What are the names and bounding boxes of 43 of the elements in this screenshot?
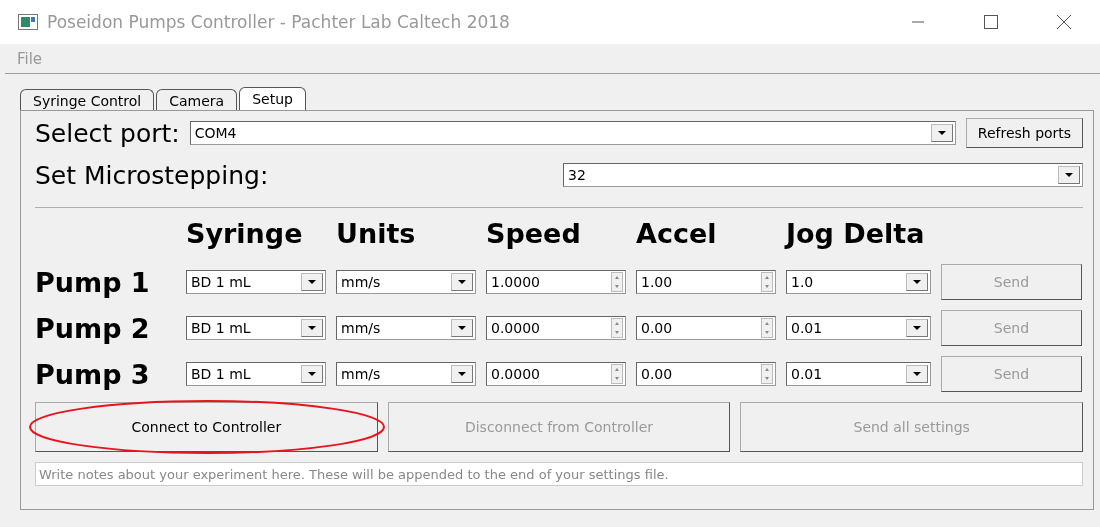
tab[interactable]: Camera <box>156 89 238 110</box>
dropdown[interactable]: 1.0 <box>786 270 931 294</box>
tab[interactable]: Syringe Control <box>20 89 155 110</box>
spinner-arrows-icon <box>611 318 623 338</box>
dropdown[interactable]: BD 1 mL <box>186 270 326 294</box>
spinner-arrows-icon <box>761 364 773 384</box>
spin-box[interactable]: 1.0000 <box>486 270 626 294</box>
spinner-arrows-icon <box>761 318 773 338</box>
spin-box[interactable]: 0.0000 <box>486 362 626 386</box>
spin-box[interactable]: 0.00 <box>636 316 776 340</box>
spinner-arrows-icon <box>611 364 623 384</box>
column-header: Jog Delta <box>786 218 926 251</box>
refresh-ports-button[interactable]: Refresh ports <box>966 118 1083 148</box>
spinner-arrows-icon <box>761 272 773 292</box>
dropdown[interactable]: 0.01 <box>786 362 931 386</box>
field-label: Select port: <box>35 118 180 148</box>
dropdown[interactable]: mm/s <box>336 316 476 340</box>
action-button[interactable]: Connect to Controller <box>35 402 378 452</box>
tab[interactable]: Setup <box>239 87 306 110</box>
window-title: Poseidon Pumps Controller - Pachter Lab Caltech 2018 <box>47 12 510 32</box>
dropdown[interactable]: BD 1 mL <box>186 362 326 386</box>
maximize-icon <box>983 15 998 29</box>
dropdown[interactable]: 32 <box>563 163 1083 187</box>
dropdown[interactable]: 0.01 <box>786 316 931 340</box>
field-label: Set Microstepping: <box>35 160 269 190</box>
column-header: Units <box>336 218 417 251</box>
dropdown[interactable]: BD 1 mL <box>186 316 326 340</box>
spin-box[interactable]: 1.00 <box>636 270 776 294</box>
column-header: Accel <box>636 218 718 251</box>
pump-label: Pump 2 <box>35 312 151 344</box>
column-header: Syringe <box>186 218 304 251</box>
app-icon <box>18 14 38 30</box>
dropdown[interactable]: mm/s <box>336 270 476 294</box>
spin-box[interactable]: 0.00 <box>636 362 776 386</box>
pump-label: Pump 1 <box>35 266 151 298</box>
spin-box[interactable]: 0.0000 <box>486 316 626 340</box>
spinner-arrows-icon <box>611 272 623 292</box>
dropdown[interactable]: mm/s <box>336 362 476 386</box>
column-header: Speed <box>486 218 582 251</box>
dropdown[interactable]: COM4 <box>189 121 956 145</box>
notes-field[interactable]: Write notes about your experiment here. These will be appended to the end of your settings file. <box>35 462 1083 486</box>
close-icon <box>1056 15 1071 29</box>
pump-label: Pump 3 <box>35 358 151 390</box>
